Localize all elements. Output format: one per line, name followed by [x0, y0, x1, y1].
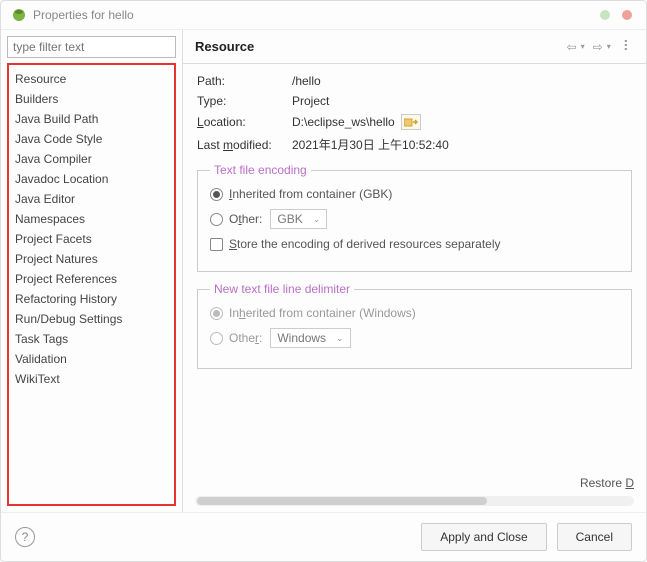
encoding-other-label: Other: — [229, 212, 262, 226]
tree-item-java-compiler[interactable]: Java Compiler — [11, 149, 172, 169]
menu-icon[interactable]: ⠇ — [622, 38, 634, 55]
sidebar: ResourceBuildersJava Build PathJava Code… — [1, 30, 183, 512]
modified-value: 2021年1月30日 上午10:52:40 — [292, 136, 449, 153]
store-encoding-label: Store the encoding of derived resources … — [229, 237, 501, 251]
tree-item-project-references[interactable]: Project References — [11, 269, 172, 289]
titlebar: Properties for hello — [1, 1, 646, 29]
minimize-dot[interactable] — [600, 10, 610, 20]
encoding-group: Text file encoding Inherited from contai… — [197, 163, 632, 272]
tree-item-javadoc-location[interactable]: Javadoc Location — [11, 169, 172, 189]
tree-item-task-tags[interactable]: Task Tags — [11, 329, 172, 349]
type-value: Project — [292, 94, 329, 108]
tree-item-refactoring-history[interactable]: Refactoring History — [11, 289, 172, 309]
scrollbar-thumb[interactable] — [197, 497, 487, 505]
app-icon — [11, 7, 27, 23]
modified-label: Last modified: — [197, 138, 292, 152]
path-value: /hello — [292, 74, 321, 88]
delimiter-other-radio[interactable] — [210, 332, 223, 345]
location-label: Location: — [197, 115, 292, 129]
cancel-button[interactable]: Cancel — [557, 523, 632, 551]
encoding-inherited-label: Inherited from container (GBK) — [229, 187, 392, 201]
encoding-select[interactable]: GBK ⌄ — [270, 209, 327, 229]
tree-item-run-debug-settings[interactable]: Run/Debug Settings — [11, 309, 172, 329]
chevron-down-icon: ⌄ — [336, 333, 344, 344]
tree-item-namespaces[interactable]: Namespaces — [11, 209, 172, 229]
delimiter-other-label: Other: — [229, 331, 262, 345]
tree-item-java-code-style[interactable]: Java Code Style — [11, 129, 172, 149]
back-icon[interactable]: ⇦ — [566, 40, 578, 54]
back-menu-icon[interactable]: ▾ — [580, 42, 586, 51]
store-encoding-checkbox[interactable] — [210, 238, 223, 251]
tree-item-project-facets[interactable]: Project Facets — [11, 229, 172, 249]
tree-item-validation[interactable]: Validation — [11, 349, 172, 369]
close-dot[interactable] — [622, 10, 632, 20]
category-tree: ResourceBuildersJava Build PathJava Code… — [7, 63, 176, 506]
delimiter-select-value: Windows — [277, 331, 326, 345]
restore-defaults-link[interactable]: Restore D — [580, 476, 634, 490]
encoding-select-value: GBK — [277, 212, 302, 226]
tree-item-project-natures[interactable]: Project Natures — [11, 249, 172, 269]
forward-icon[interactable]: ⇨ — [592, 40, 604, 54]
apply-close-button[interactable]: Apply and Close — [421, 523, 546, 551]
show-in-explorer-button[interactable] — [401, 114, 421, 130]
type-label: Type: — [197, 94, 292, 108]
tree-item-builders[interactable]: Builders — [11, 89, 172, 109]
page-heading: Resource — [195, 39, 566, 54]
tree-item-resource[interactable]: Resource — [11, 69, 172, 89]
delimiter-legend: New text file line delimiter — [210, 282, 354, 296]
tree-item-wikitext[interactable]: WikiText — [11, 369, 172, 389]
encoding-other-radio[interactable] — [210, 213, 223, 226]
encoding-legend: Text file encoding — [210, 163, 311, 177]
delimiter-group: New text file line delimiter Inherited f… — [197, 282, 632, 369]
tree-item-java-editor[interactable]: Java Editor — [11, 189, 172, 209]
tree-item-java-build-path[interactable]: Java Build Path — [11, 109, 172, 129]
delimiter-select: Windows ⌄ — [270, 328, 350, 348]
window-title: Properties for hello — [33, 8, 600, 22]
path-label: Path: — [197, 74, 292, 88]
delimiter-inherited-radio[interactable] — [210, 307, 223, 320]
location-value: D:\eclipse_ws\hello — [292, 115, 395, 129]
filter-input[interactable] — [7, 36, 176, 58]
horizontal-scrollbar[interactable] — [195, 496, 634, 506]
forward-menu-icon[interactable]: ▾ — [606, 42, 612, 51]
encoding-inherited-radio[interactable] — [210, 188, 223, 201]
help-button[interactable]: ? — [15, 527, 35, 547]
chevron-down-icon: ⌄ — [313, 214, 321, 225]
delimiter-inherited-label: Inherited from container (Windows) — [229, 306, 416, 320]
